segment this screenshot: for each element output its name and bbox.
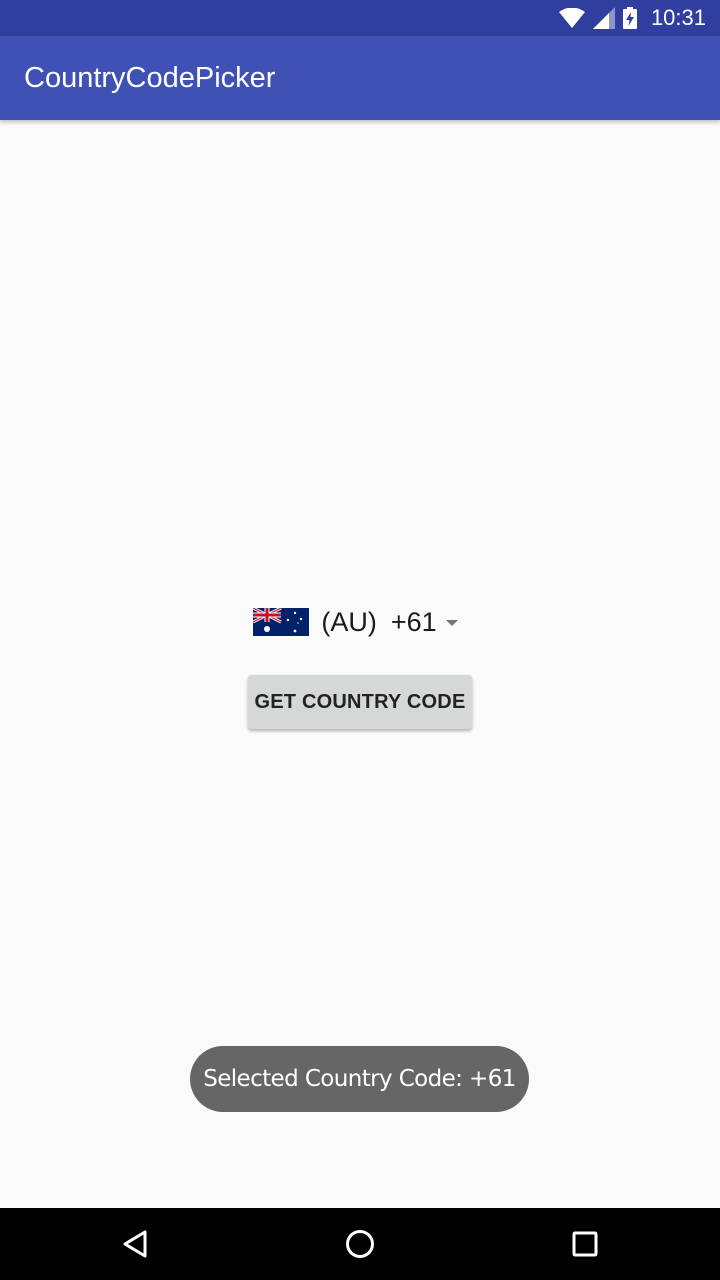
battery-charging-icon: [622, 7, 637, 29]
country-abbreviation: (AU): [321, 606, 377, 637]
status-icons: 10:31: [558, 0, 706, 36]
country-code: +61: [390, 606, 437, 637]
status-time: 10:31: [650, 5, 706, 30]
country-code-picker[interactable]: (AU) +61: [253, 607, 458, 638]
back-icon[interactable]: [118, 1226, 154, 1262]
app-title: CountryCodePicker: [24, 62, 276, 94]
screen: 10:31 CountryCodePicker (AU) +61 GET COU…: [0, 0, 720, 1280]
get-country-code-button[interactable]: GET COUNTRY CODE: [248, 675, 472, 729]
recents-icon[interactable]: [567, 1226, 603, 1262]
navigation-bar: [0, 1208, 720, 1280]
app-bar: CountryCodePicker: [0, 36, 720, 120]
toast-message: Selected Country Code: +61: [190, 1046, 529, 1112]
australia-flag-icon: [253, 608, 310, 636]
dropdown-arrow-icon: [445, 620, 458, 626]
country-code-picker-row: (AU) +61: [0, 598, 720, 646]
status-bar: 10:31: [0, 0, 720, 36]
wifi-icon: [558, 8, 585, 28]
home-icon[interactable]: [342, 1226, 378, 1262]
cell-signal-icon: [592, 7, 615, 29]
